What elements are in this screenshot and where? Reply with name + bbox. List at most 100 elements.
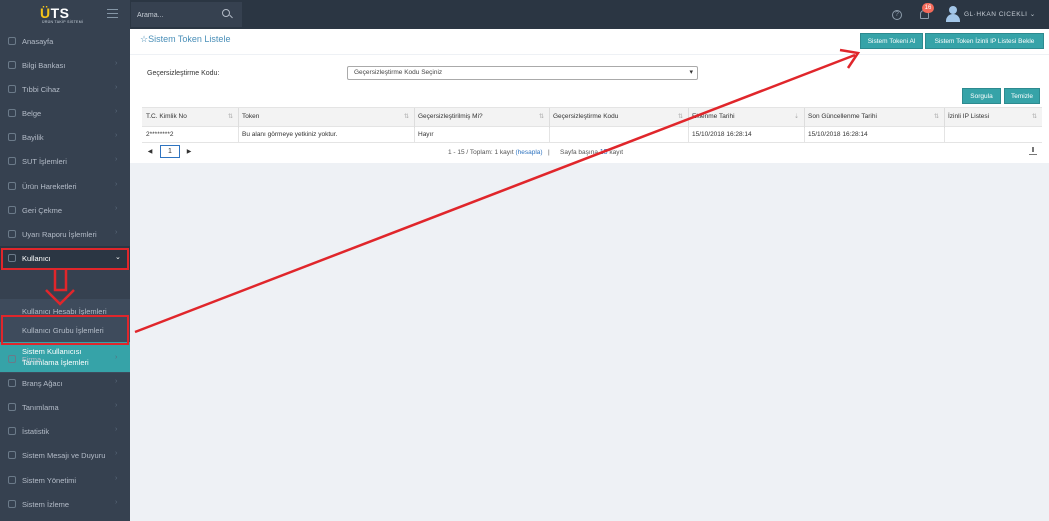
update-ip-list-button[interactable]: Sistem Token İzinli IP Listesi Bekle xyxy=(925,33,1044,49)
pager-info: 1 - 15 / Toplam: 1 kayıt (hesapla) | xyxy=(448,149,550,156)
sidebar-item-2[interactable]: Tıbbi Cihaz › xyxy=(0,77,130,101)
page-size-value[interactable]: 15 xyxy=(600,149,608,156)
sidebar-item-12[interactable]: Tanımlama › xyxy=(0,395,130,419)
sort-icon[interactable]: ⇅ xyxy=(1032,113,1037,120)
sidebar-item-6[interactable]: Ürün Hareketleri › xyxy=(0,174,130,198)
table-cell: 2********2 xyxy=(146,131,174,138)
column-separator[interactable] xyxy=(238,108,239,128)
highlight-box-sistem-kullanicisi xyxy=(1,315,129,345)
sidebar-item-label: Belge xyxy=(22,109,42,118)
select-value: Geçersizleştirme Kodu Seçiniz xyxy=(354,69,443,76)
column-header[interactable]: T.C. Kimlik No xyxy=(146,113,187,120)
sort-icon[interactable]: ⇅ xyxy=(404,113,409,120)
search-input[interactable] xyxy=(137,9,217,21)
sidebar-item-16[interactable]: Sistem İzleme › xyxy=(0,492,130,516)
building-icon xyxy=(8,355,16,363)
next-page-icon[interactable]: ▶ xyxy=(183,146,195,158)
logo[interactable]: ÜTS xyxy=(40,5,70,21)
sidebar-item-10[interactable]: Firma › xyxy=(0,347,130,371)
chevron-icon: › xyxy=(115,426,118,433)
highlight-box-kullanici xyxy=(1,248,129,270)
sidebar-item-1[interactable]: Bilgi Bankası › xyxy=(0,53,130,77)
help-icon[interactable]: ? xyxy=(892,10,902,20)
get-token-button[interactable]: Sistem Tokeni Al xyxy=(860,33,923,49)
document-icon xyxy=(8,109,16,117)
sidebar-item-8[interactable]: Uyarı Raporu İşlemleri › xyxy=(0,222,130,246)
chevron-icon: › xyxy=(115,181,118,188)
column-separator[interactable] xyxy=(414,108,415,128)
settings-icon xyxy=(8,403,16,411)
row-separator xyxy=(688,128,689,143)
sidebar-item-3[interactable]: Belge › xyxy=(0,101,130,125)
link-icon xyxy=(8,133,16,141)
hamburger-menu-icon[interactable] xyxy=(107,9,118,18)
column-separator[interactable] xyxy=(549,108,550,128)
column-separator[interactable] xyxy=(804,108,805,128)
sidebar-item-label: Firma xyxy=(22,355,42,364)
column-header[interactable]: Token xyxy=(242,113,259,120)
sidebar-item-label: SUT İşlemleri xyxy=(22,157,67,166)
invalidation-code-select[interactable]: Geçersizleştirme Kodu Seçiniz ▾ xyxy=(347,66,698,80)
column-header[interactable]: Geçersizleştirilmiş Mi? xyxy=(418,113,483,120)
sidebar-item-5[interactable]: SUT İşlemleri › xyxy=(0,149,130,173)
column-header[interactable]: Eklenme Tarihi xyxy=(692,113,735,120)
page-number-input[interactable]: 1 xyxy=(160,145,180,158)
sidebar-item-label: Sistem Yönetimi xyxy=(22,476,77,485)
notification-badge: 16 xyxy=(922,3,934,13)
query-button[interactable]: Sorgula xyxy=(962,88,1001,104)
sidebar-item-4[interactable]: Bayilik › xyxy=(0,125,130,149)
top-bar: ÜTS ÜRÜN TAKİP SİSTEMİ ? 16 GL·HKAN CICE… xyxy=(0,0,1049,29)
chart-icon xyxy=(8,427,16,435)
chevron-icon: › xyxy=(115,499,118,506)
chevron-icon: › xyxy=(115,450,118,457)
sidebar-item-label: Sistem Mesajı ve Duyuru xyxy=(22,451,106,460)
sidebar-item-13[interactable]: İstatistik › xyxy=(0,419,130,443)
prev-page-icon[interactable]: ◀ xyxy=(144,146,156,158)
clear-button[interactable]: Temizle xyxy=(1004,88,1040,104)
gear-icon xyxy=(8,476,16,484)
user-menu[interactable]: GL·HKAN CICEKLI ⌄ xyxy=(964,10,1036,18)
home-icon xyxy=(8,37,16,45)
row-separator xyxy=(549,128,550,143)
sort-icon[interactable]: ⇅ xyxy=(934,113,939,120)
divider xyxy=(130,54,1049,55)
sidebar-item-label: Bilgi Bankası xyxy=(22,61,66,70)
dropdown-arrow-icon: ▾ xyxy=(689,69,693,76)
calculate-link[interactable]: (hesapla) xyxy=(515,149,542,156)
column-separator[interactable] xyxy=(944,108,945,128)
sidebar-item-0[interactable]: Anasayfa xyxy=(0,29,130,53)
download-icon[interactable] xyxy=(1029,147,1037,155)
avatar[interactable] xyxy=(945,6,961,22)
basket-icon xyxy=(8,85,16,93)
logo-subtitle: ÜRÜN TAKİP SİSTEMİ xyxy=(42,20,84,24)
sidebar-item-label: Geri Çekme xyxy=(22,206,63,215)
sort-icon[interactable]: ⇅ xyxy=(678,113,683,120)
content-panel: ☆Sistem Token Listele Sistem Tokeni Al S… xyxy=(130,29,1049,163)
sidebar-item-label: Tıbbi Cihaz xyxy=(22,85,60,94)
column-header[interactable]: Son Güncellenme Tarihi xyxy=(808,113,877,120)
sidebar: Kullanıcı Hesabı İşlemleri Kullanıcı Gru… xyxy=(0,29,130,521)
sidebar-item-label: Branş Ağacı xyxy=(22,379,63,388)
share-icon xyxy=(8,182,16,190)
table-header: T.C. Kimlik No ⇅ Token ⇅ Geçersizleştirilmiş… xyxy=(142,107,1042,128)
row-separator xyxy=(804,128,805,143)
undo-icon xyxy=(8,206,16,214)
page-size: Sayfa başına 15 kayıt xyxy=(560,149,624,156)
sort-icon[interactable]: ⇣ xyxy=(794,113,799,120)
column-header[interactable]: İzinli IP Listesi xyxy=(948,113,989,120)
table-row[interactable]: 2********2 Bu alanı görmeye yetkiniz yokt… xyxy=(142,128,1042,143)
column-separator[interactable] xyxy=(688,108,689,128)
sort-icon[interactable]: ⇅ xyxy=(539,113,544,120)
column-header[interactable]: Geçersizleştirme Kodu xyxy=(553,113,618,120)
sidebar-item-15[interactable]: Sistem Yönetimi › xyxy=(0,468,130,492)
chevron-icon: › xyxy=(115,475,118,482)
tree-icon xyxy=(8,379,16,387)
star-icon xyxy=(8,157,16,165)
main-content: ☆Sistem Token Listele Sistem Tokeni Al S… xyxy=(130,29,1049,521)
sidebar-item-11[interactable]: Branş Ağacı › xyxy=(0,371,130,395)
search-icon[interactable] xyxy=(222,9,230,17)
sidebar-item-7[interactable]: Geri Çekme › xyxy=(0,198,130,222)
sort-icon[interactable]: ⇅ xyxy=(228,113,233,120)
sidebar-item-label: Sistem İzleme xyxy=(22,500,70,509)
sidebar-item-14[interactable]: Sistem Mesajı ve Duyuru › xyxy=(0,443,130,467)
